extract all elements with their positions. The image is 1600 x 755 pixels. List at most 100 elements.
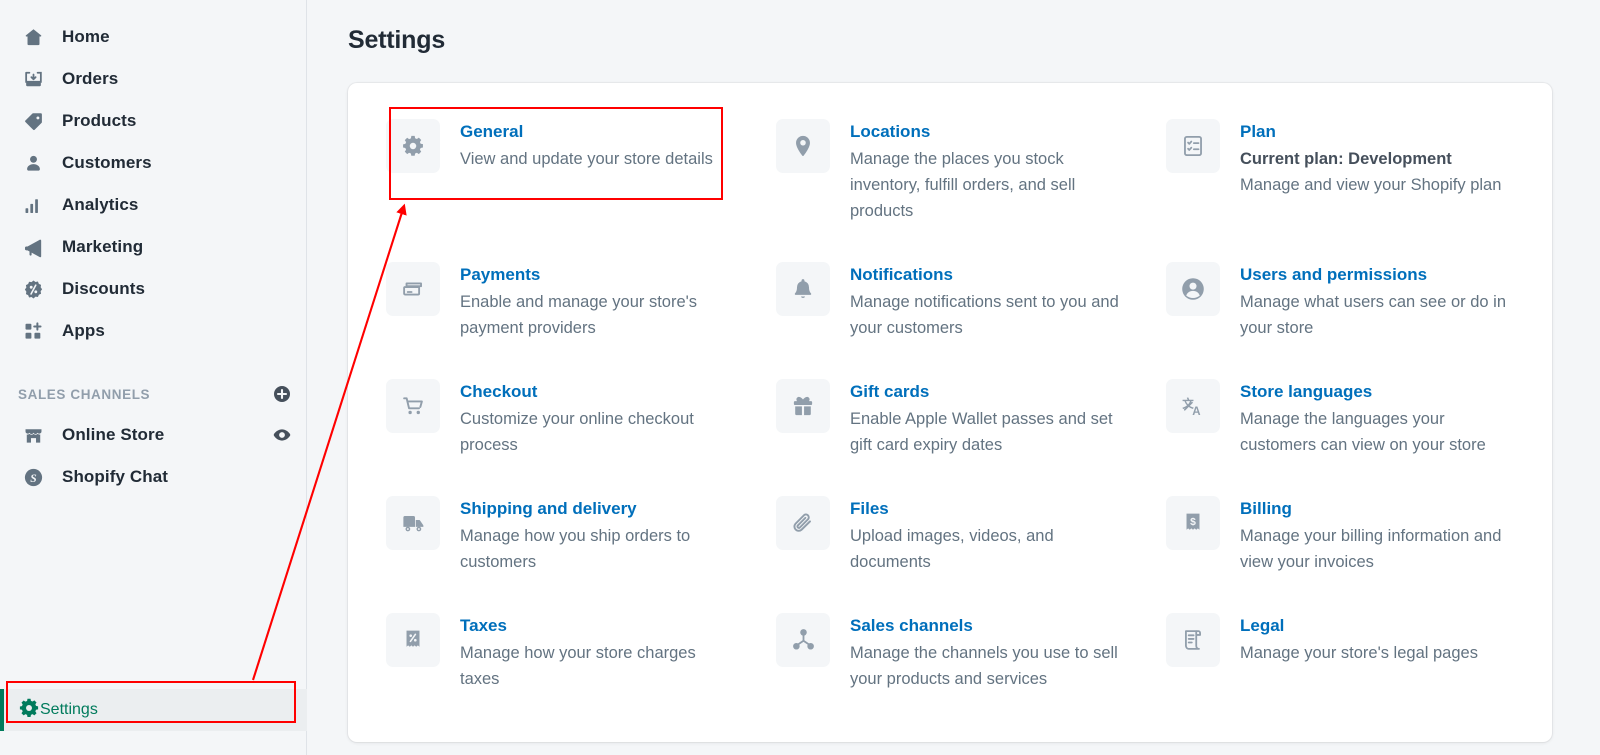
paperclip-icon [776,496,830,551]
sidebar-nav: Home Orders Products Customers Analytics… [0,0,307,755]
sidebar-item-label: Settings [40,701,98,718]
settings-item-locations[interactable]: Locations Manage the places you stock in… [764,113,1136,230]
settings-item-title[interactable]: General [460,121,713,144]
settings-item-description: Manage notifications sent to you and you… [850,293,1119,338]
sidebar-item-online-store[interactable]: Online Store [0,414,306,456]
settings-item-payments[interactable]: Payments Enable and manage your store's … [374,256,746,347]
channels-node-icon [776,613,830,668]
bell-icon [776,262,830,317]
shopping-cart-icon [386,379,440,434]
marketing-megaphone-icon [18,235,48,259]
apps-grid-plus-icon [18,319,48,343]
svg-text:S: S [30,472,36,484]
settings-item-title[interactable]: Notifications [850,264,1120,287]
settings-item-body: Checkout Customize your online checkout … [460,379,730,458]
settings-item-sales-channels[interactable]: Sales channels Manage the channels you u… [764,607,1136,698]
settings-item-description: Upload images, videos, and documents [850,527,1054,572]
sidebar-item-customers[interactable]: Customers [0,142,306,184]
settings-item-plan[interactable]: Plan Current plan: Development Manage an… [1154,113,1526,230]
sidebar-item-analytics[interactable]: Analytics [0,184,306,226]
gear-icon [18,697,40,724]
analytics-bars-icon [18,193,48,217]
gift-box-icon [776,379,830,434]
settings-item-store-languages[interactable]: 文A Store languages Manage the languages … [1154,373,1526,464]
sidebar-item-label: Marketing [62,237,144,256]
settings-item-title[interactable]: Legal [1240,615,1478,638]
sidebar-item-label: Orders [62,69,119,88]
settings-item-description: Manage the places you stock inventory, f… [850,149,1076,221]
settings-item-title[interactable]: Users and permissions [1240,264,1510,287]
settings-item-general[interactable]: General View and update your store detai… [374,113,746,230]
app-root: Home Orders Products Customers Analytics… [0,0,1600,755]
sidebar-item-shopify-chat[interactable]: S Shopify Chat [0,456,306,498]
settings-card: General View and update your store detai… [348,83,1552,742]
settings-item-body: General View and update your store detai… [460,119,713,172]
sidebar-section-label: SALES CHANNELS [18,386,151,402]
checklist-clipboard-icon [1166,119,1220,173]
settings-item-gift-cards[interactable]: Gift cards Enable Apple Wallet passes an… [764,373,1136,464]
sidebar-section-sales-channels: SALES CHANNELS [0,374,306,414]
settings-item-description: Manage how your store charges taxes [460,644,696,689]
legal-scroll-icon [1166,613,1220,668]
shopify-badge-icon: S [18,465,48,489]
svg-text:A: A [1192,406,1201,418]
settings-item-title[interactable]: Shipping and delivery [460,498,730,521]
sidebar-item-home[interactable]: Home [0,16,306,58]
settings-item-description: Manage how you ship orders to customers [460,527,691,572]
sidebar-item-orders[interactable]: Orders [0,58,306,100]
settings-item-title[interactable]: Checkout [460,381,730,404]
settings-item-billing[interactable]: $ Billing Manage your billing informatio… [1154,490,1526,581]
settings-item-body: Payments Enable and manage your store's … [460,262,730,341]
settings-item-title[interactable]: Sales channels [850,615,1120,638]
settings-item-title[interactable]: Plan [1240,121,1501,144]
settings-item-title[interactable]: Taxes [460,615,730,638]
delivery-truck-icon [386,496,440,551]
settings-item-body: Billing Manage your billing information … [1240,496,1510,575]
settings-item-body: Gift cards Enable Apple Wallet passes an… [850,379,1120,458]
plus-circle-icon[interactable] [272,384,292,404]
payment-card-icon [386,262,440,317]
sidebar-item-products[interactable]: Products [0,100,306,142]
sidebar-item-apps[interactable]: Apps [0,310,306,352]
settings-item-title[interactable]: Locations [850,121,1120,144]
settings-item-description: Enable Apple Wallet passes and set gift … [850,410,1113,455]
eye-icon[interactable] [272,425,292,445]
settings-item-body: Taxes Manage how your store charges taxe… [460,613,730,692]
sidebar-item-label: Analytics [62,195,139,214]
discount-percent-icon [18,277,48,301]
settings-item-description: Manage what users can see or do in your … [1240,293,1506,338]
sidebar-item-marketing[interactable]: Marketing [0,226,306,268]
receipt-percent-icon [386,613,440,668]
product-tag-icon [18,109,48,133]
user-circle-icon [1166,262,1220,317]
settings-item-description: View and update your store details [460,149,713,168]
settings-item-body: Users and permissions Manage what users … [1240,262,1510,341]
sidebar-item-label: Home [62,27,110,46]
settings-item-title[interactable]: Billing [1240,498,1510,521]
location-pin-icon [776,119,830,173]
sidebar-item-label: Shopify Chat [62,467,169,486]
settings-item-legal[interactable]: Legal Manage your store's legal pages [1154,607,1526,698]
storefront-icon [18,423,48,447]
settings-item-title[interactable]: Payments [460,264,730,287]
settings-item-shipping-and-delivery[interactable]: Shipping and delivery Manage how you shi… [374,490,746,581]
sidebar-item-label: Online Store [62,425,165,444]
settings-item-checkout[interactable]: Checkout Customize your online checkout … [374,373,746,464]
settings-item-title[interactable]: Files [850,498,1120,521]
settings-item-current-plan: Current plan: Development [1240,149,1452,168]
settings-item-notifications[interactable]: Notifications Manage notifications sent … [764,256,1136,347]
sidebar-item-discounts[interactable]: Discounts [0,268,306,310]
sidebar-item-label: Products [62,111,137,130]
settings-item-taxes[interactable]: Taxes Manage how your store charges taxe… [374,607,746,698]
settings-item-files[interactable]: Files Upload images, videos, and documen… [764,490,1136,581]
settings-item-title[interactable]: Gift cards [850,381,1120,404]
settings-item-users-and-permissions[interactable]: Users and permissions Manage what users … [1154,256,1526,347]
customer-person-icon [18,151,48,175]
sidebar-item-settings[interactable]: Settings [0,689,307,731]
settings-item-body: Locations Manage the places you stock in… [850,119,1120,224]
sidebar-item-label: Apps [62,321,105,340]
settings-item-title[interactable]: Store languages [1240,381,1510,404]
settings-grid: General View and update your store detai… [374,113,1526,698]
settings-item-body: Plan Current plan: Development Manage an… [1240,119,1501,198]
settings-item-body: Sales channels Manage the channels you u… [850,613,1120,692]
